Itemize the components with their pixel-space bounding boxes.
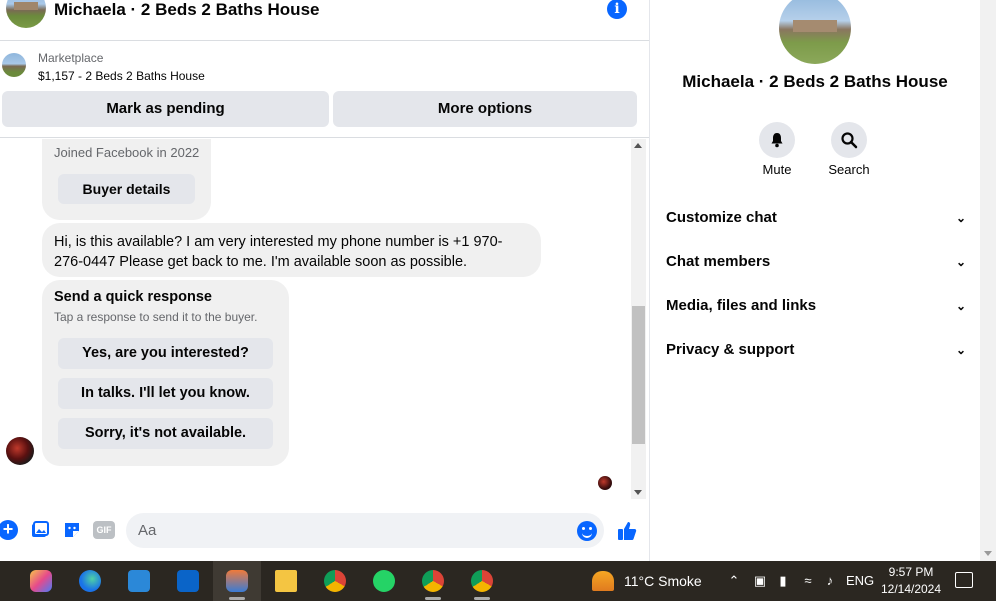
- buyer-profile-card: Joined Facebook in 2022 Buyer details: [42, 139, 211, 220]
- marketplace-label: Marketplace: [38, 51, 104, 65]
- chevron-up-icon[interactable]: ⌃: [726, 571, 742, 591]
- quick-response-card: Send a quick response Tap a response to …: [42, 280, 289, 466]
- section-label: Chat members: [666, 253, 771, 270]
- outlook-icon[interactable]: [164, 561, 212, 601]
- active-indicator: [229, 597, 245, 600]
- details-title: Michaela · 2 Beds 2 Baths House: [682, 72, 948, 91]
- chrome-profile-c-icon[interactable]: [409, 561, 457, 601]
- details-avatar[interactable]: [779, 0, 851, 64]
- message-bubble: Hi, is this available? I am very interes…: [42, 223, 541, 277]
- message-scrollbar[interactable]: [631, 139, 646, 499]
- chevron-down-icon: ⌄: [955, 299, 966, 313]
- page-scrollbar[interactable]: [980, 0, 996, 561]
- details-pane: Michaela · 2 Beds 2 Baths House Mute Sea…: [650, 0, 980, 561]
- section-label: Privacy & support: [666, 341, 795, 358]
- sticker-icon[interactable]: [62, 520, 82, 540]
- message-input[interactable]: Aa: [126, 513, 604, 548]
- running-indicator: [474, 597, 490, 600]
- buyer-details-button[interactable]: Buyer details: [58, 174, 195, 204]
- scroll-thumb[interactable]: [632, 306, 645, 444]
- messenger-window: Michaela · 2 Beds 2 Baths House i Market…: [0, 0, 996, 561]
- chevron-down-icon: ⌄: [955, 211, 966, 225]
- edge-icon[interactable]: [66, 561, 114, 601]
- clock[interactable]: 9:57 PM 12/14/2024: [876, 564, 946, 598]
- mark-pending-button[interactable]: Mark as pending: [2, 91, 329, 127]
- scroll-up-arrow-icon[interactable]: [634, 143, 642, 148]
- whatsapp-icon[interactable]: [360, 561, 408, 601]
- search-label: Search: [828, 162, 870, 177]
- image-icon[interactable]: [30, 520, 50, 540]
- chat-title[interactable]: Michaela · 2 Beds 2 Baths House: [54, 0, 319, 20]
- message-list: Joined Facebook in 2022 Buyer details Hi…: [0, 139, 630, 499]
- quick-response-subtitle: Tap a response to send it to the buyer.: [54, 310, 258, 324]
- gif-icon[interactable]: GIF: [93, 521, 115, 539]
- store-icon[interactable]: [115, 561, 163, 601]
- quick-response-title: Send a quick response: [54, 289, 212, 305]
- plus-icon[interactable]: +: [0, 520, 18, 540]
- section-chat-members[interactable]: Chat members ⌄: [666, 247, 966, 277]
- quick-response-yes[interactable]: Yes, are you interested?: [58, 338, 273, 369]
- listing-title[interactable]: $1,157 - 2 Beds 2 Baths House: [38, 69, 205, 83]
- taskbar: 11°C Smoke ⌃ ▣ ▮ ≈ ♪ ENG 9:57 PM 12/14/2…: [0, 561, 996, 601]
- mute-label: Mute: [762, 162, 792, 177]
- sender-avatar[interactable]: [6, 437, 34, 465]
- quick-response-not-available[interactable]: Sorry, it's not available.: [58, 418, 273, 449]
- volume-icon[interactable]: ♪: [822, 571, 838, 591]
- file-explorer-icon[interactable]: [262, 561, 310, 601]
- section-media-files-links[interactable]: Media, files and links ⌄: [666, 291, 966, 321]
- chevron-down-icon: ⌄: [955, 255, 966, 269]
- clock-time: 9:57 PM: [888, 565, 934, 579]
- scroll-down-arrow-icon[interactable]: [984, 551, 992, 556]
- marketplace-bar: Marketplace $1,157 - 2 Beds 2 Baths Hous…: [0, 41, 649, 138]
- thumbs-up-icon[interactable]: [616, 520, 637, 540]
- chat-pane: Michaela · 2 Beds 2 Baths House i Market…: [0, 0, 650, 561]
- section-label: Media, files and links: [666, 297, 817, 314]
- chat-avatar[interactable]: [6, 0, 46, 28]
- chrome-profile-icon[interactable]: [458, 561, 506, 601]
- section-privacy-support[interactable]: Privacy & support ⌄: [666, 335, 966, 365]
- weather-smoke-icon: [592, 571, 614, 591]
- app-icon[interactable]: [213, 561, 261, 601]
- meet-icon[interactable]: ▣: [752, 571, 768, 591]
- message-text: Hi, is this available? I am very interes…: [54, 234, 503, 270]
- chevron-down-icon: ⌄: [955, 343, 966, 357]
- section-label: Customize chat: [666, 209, 777, 226]
- joined-text: Joined Facebook in 2022: [54, 145, 200, 160]
- clock-date: 12/14/2024: [880, 582, 942, 596]
- wifi-icon[interactable]: ≈: [800, 571, 816, 591]
- copilot-icon[interactable]: [17, 561, 65, 601]
- language-indicator[interactable]: ENG: [846, 571, 874, 591]
- scroll-down-arrow-icon[interactable]: [634, 490, 642, 495]
- quick-response-in-talks[interactable]: In talks. I'll let you know.: [58, 378, 273, 409]
- emoji-icon[interactable]: [577, 521, 597, 541]
- listing-thumbnail[interactable]: [2, 53, 26, 77]
- more-options-button[interactable]: More options: [333, 91, 637, 127]
- message-input-placeholder: Aa: [138, 522, 157, 539]
- search-button[interactable]: [831, 122, 867, 158]
- running-indicator: [425, 597, 441, 600]
- weather-text: 11°C Smoke: [624, 573, 702, 589]
- notification-icon[interactable]: [955, 572, 973, 588]
- mute-button[interactable]: [759, 122, 795, 158]
- weather-widget[interactable]: 11°C Smoke: [590, 570, 710, 592]
- battery-icon[interactable]: ▮: [775, 571, 791, 591]
- composer: + GIF Aa: [0, 510, 649, 552]
- section-customize-chat[interactable]: Customize chat ⌄: [666, 203, 966, 233]
- chat-header: Michaela · 2 Beds 2 Baths House i: [0, 0, 649, 41]
- info-icon[interactable]: i: [607, 0, 627, 19]
- chrome-icon[interactable]: [311, 561, 359, 601]
- seen-indicator-avatar: [598, 476, 612, 490]
